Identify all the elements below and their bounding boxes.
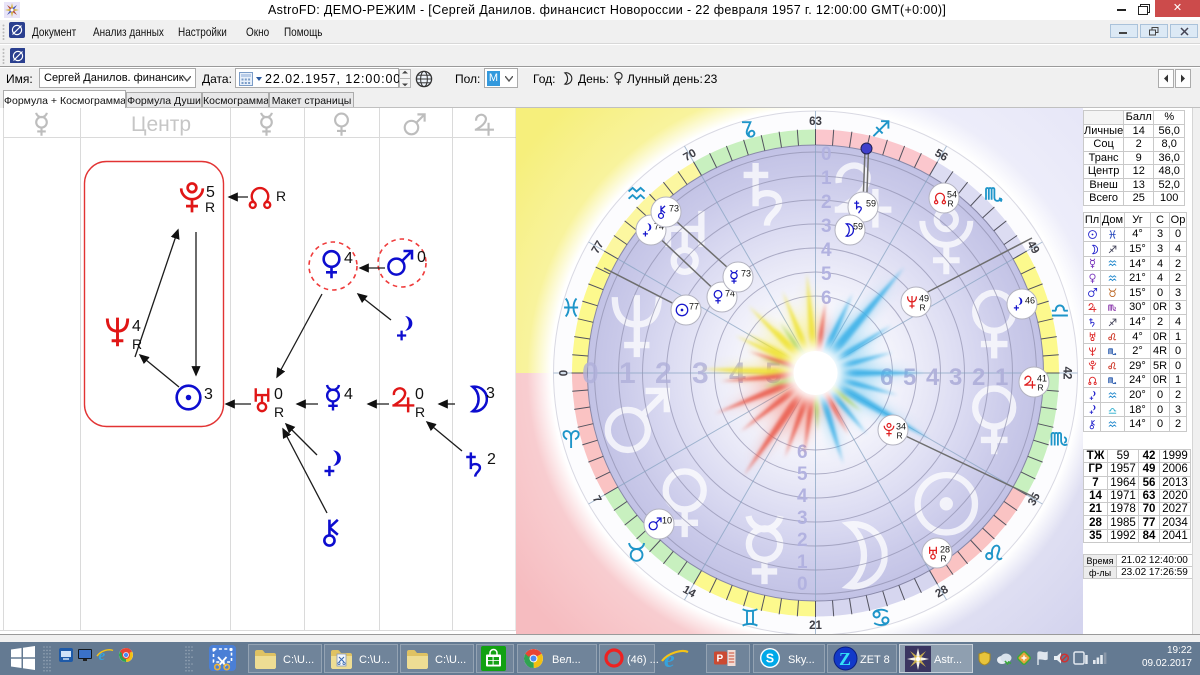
svg-text:3: 3 <box>949 364 962 391</box>
svg-text:2: 2 <box>972 364 985 391</box>
svg-text:59: 59 <box>866 199 876 209</box>
svg-text:77: 77 <box>689 302 699 312</box>
svg-text:3: 3 <box>692 357 709 390</box>
svg-text:3: 3 <box>821 216 832 237</box>
svg-text:63: 63 <box>809 116 822 128</box>
svg-text:6: 6 <box>797 442 808 463</box>
svg-text:0: 0 <box>415 386 424 403</box>
svg-text:21: 21 <box>809 620 822 632</box>
svg-text:P: P <box>717 654 724 665</box>
svg-text:0: 0 <box>559 370 571 376</box>
svg-text:2: 2 <box>797 530 808 551</box>
svg-text:R: R <box>941 554 947 564</box>
svg-text:0: 0 <box>582 357 599 390</box>
svg-text:73: 73 <box>741 269 751 279</box>
svg-text:R: R <box>920 303 926 313</box>
svg-text:R: R <box>1038 383 1044 393</box>
svg-text:e: e <box>664 647 675 672</box>
svg-text:R: R <box>948 199 954 209</box>
svg-text:R: R <box>415 404 425 420</box>
svg-text:4: 4 <box>132 318 141 335</box>
svg-text:59: 59 <box>853 222 863 232</box>
svg-text:R: R <box>132 336 142 352</box>
svg-text:0: 0 <box>821 144 832 165</box>
svg-text:10: 10 <box>662 516 672 526</box>
svg-text:1: 1 <box>797 552 808 573</box>
svg-text:R: R <box>205 199 215 215</box>
svg-text:R: R <box>274 404 284 420</box>
svg-text:0: 0 <box>797 574 808 595</box>
svg-text:0: 0 <box>417 249 426 266</box>
svg-text:2: 2 <box>655 357 672 390</box>
svg-text:3: 3 <box>204 386 213 403</box>
svg-text:1: 1 <box>995 364 1008 391</box>
svg-text:R: R <box>276 188 286 204</box>
svg-text:0: 0 <box>274 386 283 403</box>
svg-text:1: 1 <box>619 357 636 390</box>
svg-text:S: S <box>766 652 774 666</box>
svg-text:4: 4 <box>821 240 832 261</box>
svg-text:2: 2 <box>821 192 832 213</box>
svg-text:4: 4 <box>797 486 808 507</box>
svg-text:5: 5 <box>821 264 832 285</box>
svg-text:4: 4 <box>344 386 353 403</box>
svg-text:73: 73 <box>669 204 679 214</box>
svg-text:2: 2 <box>487 451 496 468</box>
svg-text:Z: Z <box>839 649 851 669</box>
svg-text:5: 5 <box>903 364 916 391</box>
svg-text:R: R <box>897 431 903 441</box>
svg-text:3: 3 <box>797 508 808 529</box>
svg-text:Центр: Центр <box>131 113 191 136</box>
svg-text:46: 46 <box>1025 296 1035 306</box>
svg-text:42: 42 <box>1061 367 1073 380</box>
svg-text:3: 3 <box>486 385 495 402</box>
svg-text:6: 6 <box>821 288 832 309</box>
svg-text:4: 4 <box>926 364 940 391</box>
svg-text:5: 5 <box>797 464 808 485</box>
svg-text:1: 1 <box>821 168 832 189</box>
svg-text:4: 4 <box>344 250 353 267</box>
